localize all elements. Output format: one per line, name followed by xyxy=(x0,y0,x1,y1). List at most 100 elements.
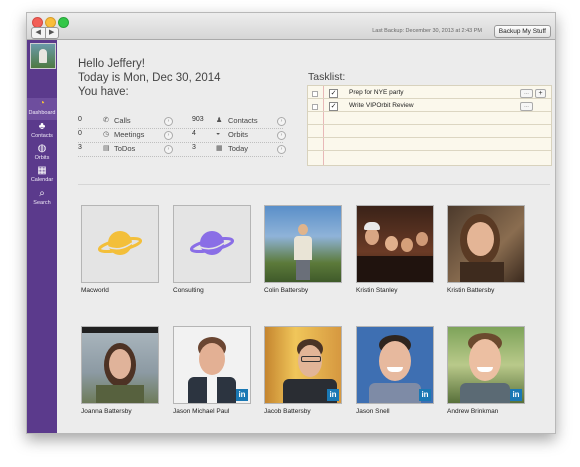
clipboard-icon: ▤ xyxy=(103,145,110,152)
todos-link[interactable]: ToDos xyxy=(114,144,135,153)
orbit-card-macworld[interactable]: Macworld xyxy=(81,205,159,294)
dashboard-main: Hello Jeffery! Today is Mon, Dec 30, 201… xyxy=(58,40,555,433)
orbit-thumbnail xyxy=(81,205,159,283)
today-count: 3 xyxy=(192,144,196,151)
today-arrow-icon[interactable]: › xyxy=(277,145,286,154)
calendar-today-icon: ▦ xyxy=(216,145,223,152)
contacts-link[interactable]: Contacts xyxy=(228,116,258,125)
card-name: Colin Battersby xyxy=(264,287,309,294)
contact-photo xyxy=(447,205,525,283)
contact-card[interactable]: Colin Battersby xyxy=(264,205,342,294)
sidebar-item-label: Orbits xyxy=(34,155,50,161)
notepad-rule xyxy=(308,124,551,125)
orbits-link[interactable]: Orbits xyxy=(228,130,248,139)
calls-link[interactable]: Calls xyxy=(114,116,131,125)
task-checkbox[interactable]: ✓ xyxy=(329,102,338,111)
clock-icon: ◷ xyxy=(103,131,110,138)
add-task-button[interactable]: + xyxy=(535,89,546,98)
orbit-icon: ◒ xyxy=(216,130,221,137)
task-item: ✓ Prep for NYE party … + xyxy=(308,88,551,100)
sidebar-item-dashboard[interactable]: ◔ Dashboard xyxy=(27,98,57,120)
task-more-button[interactable]: … xyxy=(520,89,533,98)
notepad-rule xyxy=(308,137,551,138)
dashboard-icon: ◔ xyxy=(38,98,46,109)
contact-card[interactable]: in Jacob Battersby xyxy=(264,326,342,415)
contact-photo xyxy=(356,205,434,283)
calls-arrow-icon[interactable]: › xyxy=(164,117,173,126)
sidebar: ◔ Dashboard ♣ Contacts ◍ Orbits ▦ Calend… xyxy=(27,40,57,433)
task-text[interactable]: Write VIPOrbit Review xyxy=(349,102,414,109)
task-item: ✓ Write VIPOrbit Review … xyxy=(308,101,551,113)
stats-panel: 0 ✆ Calls › 903 ♟ Contacts › 0 ◷ Meeting… xyxy=(78,115,286,157)
stat-row: 0 ◷ Meetings › 4 ◒ Orbits › xyxy=(78,129,286,143)
user-avatar[interactable] xyxy=(30,43,56,69)
search-icon: ⌕ xyxy=(39,188,45,199)
meetings-arrow-icon[interactable]: › xyxy=(164,131,173,140)
backup-button[interactable]: Backup My Stuff xyxy=(493,25,551,38)
contact-card[interactable]: in Jason Snell xyxy=(356,326,434,415)
meetings-link[interactable]: Meetings xyxy=(114,130,144,139)
phone-icon: ✆ xyxy=(103,117,109,124)
contact-photo xyxy=(81,326,159,404)
card-name: Jason Michael Paul xyxy=(173,408,230,415)
task-more-button[interactable]: … xyxy=(520,102,533,111)
greeting-date: Today is Mon, Dec 30, 2014 xyxy=(78,72,221,84)
calendar-icon: ▦ xyxy=(37,165,47,176)
task-checkbox[interactable]: ✓ xyxy=(329,89,338,98)
section-divider xyxy=(78,184,550,185)
sidebar-item-label: Search xyxy=(33,200,51,206)
card-name: Andrew Brinkman xyxy=(447,408,499,415)
task-bullet xyxy=(312,104,318,110)
sidebar-item-contacts[interactable]: ♣ Contacts xyxy=(27,121,57,142)
contact-card[interactable]: in Andrew Brinkman xyxy=(447,326,525,415)
sidebar-item-search[interactable]: ⌕ Search xyxy=(27,188,57,209)
today-link[interactable]: Today xyxy=(228,144,248,153)
history-nav: ◀ ▶ xyxy=(31,27,59,39)
linkedin-icon[interactable]: in xyxy=(419,389,431,401)
contacts-count: 903 xyxy=(192,116,204,123)
card-name: Jason Snell xyxy=(356,408,390,415)
title-bar: ◀ ▶ Last Backup: December 30, 2013 at 2:… xyxy=(27,13,555,40)
todos-count: 3 xyxy=(78,144,82,151)
contact-photo: in xyxy=(173,326,251,404)
stat-row: 0 ✆ Calls › 903 ♟ Contacts › xyxy=(78,115,286,129)
contact-card[interactable]: Kristin Battersby xyxy=(447,205,525,294)
orbit-thumbnail xyxy=(173,205,251,283)
contact-card[interactable]: in Jason Michael Paul xyxy=(173,326,251,415)
forward-arrow-icon[interactable]: ▶ xyxy=(46,28,59,38)
sidebar-item-label: Contacts xyxy=(31,133,53,139)
orbit-card-consulting[interactable]: Consulting xyxy=(173,205,251,294)
contact-photo: in xyxy=(356,326,434,404)
notepad-rule xyxy=(308,150,551,151)
app-window: ◀ ▶ Last Backup: December 30, 2013 at 2:… xyxy=(26,12,556,434)
task-text[interactable]: Prep for NYE party xyxy=(349,89,404,96)
meetings-count: 0 xyxy=(78,130,82,137)
sidebar-item-orbits[interactable]: ◍ Orbits xyxy=(27,143,57,164)
sidebar-item-label: Calendar xyxy=(30,177,54,183)
linkedin-icon[interactable]: in xyxy=(510,389,522,401)
greeting: Hello Jeffery! Today is Mon, Dec 30, 201… xyxy=(78,57,221,99)
contact-card[interactable]: Joanna Battersby xyxy=(81,326,159,415)
linkedin-icon[interactable]: in xyxy=(236,389,248,401)
stat-row: 3 ▤ ToDos › 3 ▦ Today › xyxy=(78,143,286,157)
contact-card[interactable]: Kristin Stanley xyxy=(356,205,434,294)
last-backup-text: Last Backup: December 30, 2013 at 2:43 P… xyxy=(372,28,482,34)
contact-photo: in xyxy=(447,326,525,404)
zoom-button[interactable] xyxy=(58,17,69,28)
planet-icon xyxy=(190,231,234,255)
orbits-arrow-icon[interactable]: › xyxy=(277,131,286,140)
greeting-you-have: You have: xyxy=(78,86,129,98)
tasklist-panel: ✓ Prep for NYE party … + ✓ Write VIPOrbi… xyxy=(307,85,552,166)
contacts-icon: ♣ xyxy=(38,121,46,132)
planet-icon xyxy=(98,231,142,255)
card-name: Macworld xyxy=(81,287,109,294)
contact-photo xyxy=(264,205,342,283)
contacts-arrow-icon[interactable]: › xyxy=(277,117,286,126)
back-arrow-icon[interactable]: ◀ xyxy=(32,28,46,38)
task-bullet xyxy=(312,91,318,97)
sidebar-item-calendar[interactable]: ▦ Calendar xyxy=(27,165,57,186)
tasklist-title: Tasklist: xyxy=(308,71,346,83)
linkedin-icon[interactable]: in xyxy=(327,389,339,401)
todos-arrow-icon[interactable]: › xyxy=(164,145,173,154)
card-name: Joanna Battersby xyxy=(81,408,132,415)
